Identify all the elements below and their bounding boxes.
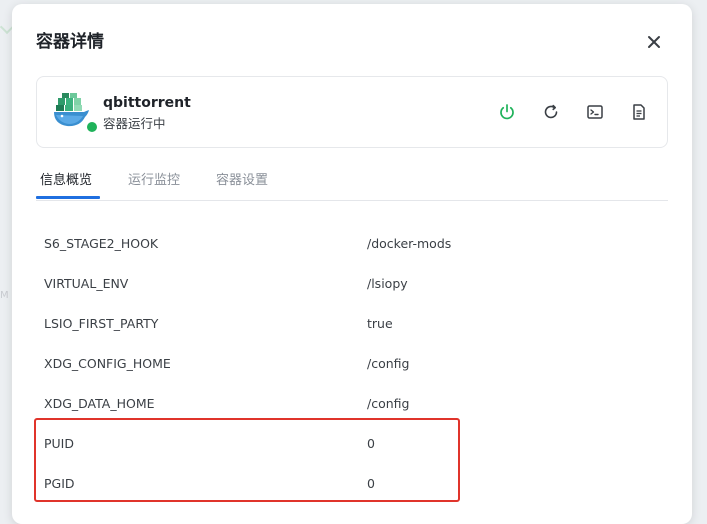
env-value: /config: [367, 396, 410, 411]
active-tab-indicator: [36, 196, 100, 199]
power-button[interactable]: [497, 102, 517, 122]
power-icon: [500, 104, 514, 120]
env-value: 0: [367, 476, 375, 491]
tab-settings[interactable]: 容器设置: [216, 172, 268, 199]
terminal-icon: [587, 105, 603, 119]
close-button[interactable]: [644, 32, 664, 52]
env-row: LSIO_FIRST_PARTY true: [44, 314, 664, 334]
tab-overview[interactable]: 信息概览: [40, 172, 92, 199]
container-details-modal: 容器详情 qbittorrent 容器运行中 信息概览 运行监控 容器设置 S6…: [12, 4, 692, 524]
env-value: /config: [367, 356, 410, 371]
env-key: VIRTUAL_ENV: [44, 276, 129, 291]
terminal-button[interactable]: [585, 102, 605, 122]
env-key: XDG_CONFIG_HOME: [44, 356, 171, 371]
restart-icon: [544, 104, 558, 119]
env-row: PGID 0: [44, 474, 664, 494]
container-summary-card: qbittorrent 容器运行中: [36, 76, 668, 148]
tab-monitoring[interactable]: 运行监控: [128, 172, 180, 199]
env-key: PUID: [44, 436, 74, 451]
modal-title: 容器详情: [36, 32, 104, 52]
env-key: PGID: [44, 476, 75, 491]
restart-button[interactable]: [541, 102, 561, 122]
env-key: LSIO_FIRST_PARTY: [44, 316, 159, 331]
background-fragment: M: [0, 290, 9, 301]
env-value: /docker-mods: [367, 236, 452, 251]
log-file-icon: [633, 104, 645, 120]
env-row: XDG_CONFIG_HOME /config: [44, 354, 664, 374]
env-row: PUID 0: [44, 434, 664, 454]
container-status: 容器运行中: [103, 116, 166, 131]
env-row: XDG_DATA_HOME /config: [44, 394, 664, 414]
env-value: 0: [367, 436, 375, 451]
close-icon: [648, 36, 660, 48]
env-key: XDG_DATA_HOME: [44, 396, 155, 411]
container-name: qbittorrent: [103, 95, 191, 111]
logs-button[interactable]: [629, 102, 649, 122]
env-value: /lsiopy: [367, 276, 408, 291]
running-status-dot: [85, 120, 99, 134]
env-key: S6_STAGE2_HOOK: [44, 236, 159, 251]
env-row: S6_STAGE2_HOOK /docker-mods: [44, 234, 664, 254]
detail-tabs: 信息概览 运行监控 容器设置: [36, 170, 668, 201]
env-row: VIRTUAL_ENV /lsiopy: [44, 274, 664, 294]
env-value: true: [367, 316, 393, 331]
